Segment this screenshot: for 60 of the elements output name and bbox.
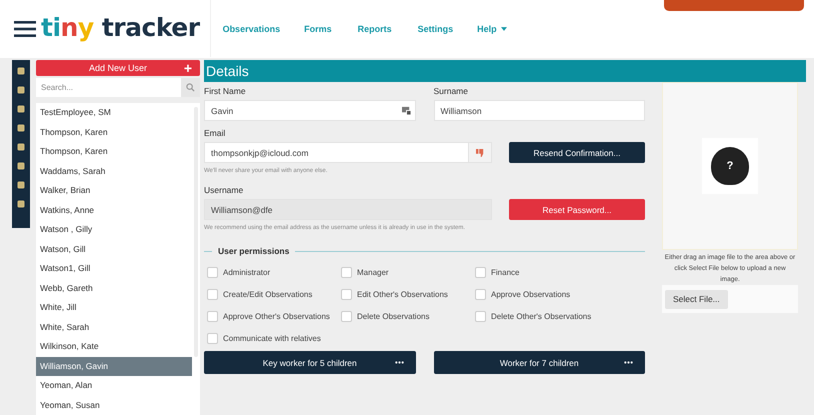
checkbox-label: Finance bbox=[491, 268, 520, 277]
user-item[interactable]: Thompson, Karen bbox=[36, 142, 192, 162]
user-item[interactable]: Williamson, Gavin bbox=[36, 356, 192, 376]
checkbox-label: Edit Other's Observations bbox=[357, 290, 448, 299]
checkbox-label: Approve Other's Observations bbox=[223, 312, 330, 321]
user-item[interactable]: White, Sarah bbox=[36, 318, 192, 337]
more-icon bbox=[624, 361, 633, 364]
user-item[interactable]: Yeoman, Susan bbox=[36, 396, 192, 415]
user-item[interactable]: Watson, Gill bbox=[36, 240, 192, 259]
menu-icon[interactable] bbox=[14, 21, 36, 37]
user-item[interactable]: Watson1, Gill bbox=[36, 259, 192, 278]
field-label: Username bbox=[204, 184, 244, 197]
user-item[interactable]: Yeoman, Alan bbox=[36, 376, 192, 396]
search-icon[interactable] bbox=[181, 78, 200, 97]
checkbox[interactable] bbox=[207, 289, 218, 300]
add-user-button[interactable]: Add New User + bbox=[36, 60, 200, 76]
permissions-legend: User permissions bbox=[218, 246, 290, 256]
user-item[interactable]: Watkins, Anne bbox=[36, 200, 192, 220]
surname-field[interactable]: Williamson bbox=[434, 100, 645, 121]
resend-confirmation-button[interactable]: Resend Confirmation... bbox=[509, 142, 645, 163]
user-item[interactable]: Walker, Brian bbox=[36, 181, 192, 200]
section-title: Details bbox=[205, 63, 249, 79]
checkbox-label: Administrator bbox=[223, 268, 270, 277]
checkbox[interactable] bbox=[475, 267, 486, 278]
checkbox[interactable] bbox=[207, 311, 218, 322]
user-item[interactable]: Watson , Gilly bbox=[36, 220, 192, 240]
field-label: Surname bbox=[434, 85, 469, 98]
avatar-icon: ? bbox=[711, 147, 749, 185]
field-label: Email bbox=[204, 127, 226, 140]
checkbox-label: Communicate with relatives bbox=[223, 334, 321, 343]
checkbox[interactable] bbox=[207, 333, 218, 344]
user-item[interactable]: Thompson, Karen bbox=[36, 122, 192, 142]
checkbox-label: Delete Other's Observations bbox=[491, 312, 592, 321]
checkbox[interactable] bbox=[341, 289, 352, 300]
checkbox-label: Approve Observations bbox=[491, 290, 570, 299]
caret-icon bbox=[500, 27, 507, 31]
checkbox[interactable] bbox=[475, 289, 486, 300]
worker-button[interactable]: Worker for 7 children bbox=[434, 351, 645, 374]
image-drop-area[interactable]: ? bbox=[662, 82, 798, 250]
user-item[interactable]: Wilkinson, Kate bbox=[36, 337, 192, 356]
thumbs-down-icon bbox=[476, 148, 484, 156]
worker-button[interactable]: Key worker for 5 children bbox=[204, 351, 416, 374]
user-item[interactable]: White, Jill bbox=[36, 298, 192, 318]
checkbox-label: Manager bbox=[357, 268, 389, 277]
checkbox[interactable] bbox=[207, 267, 218, 278]
user-item[interactable]: Webb, Gareth bbox=[36, 278, 192, 298]
first-name-field[interactable]: Gavin bbox=[204, 100, 416, 121]
more-icon bbox=[394, 361, 404, 364]
logo: tiny tracker bbox=[41, 0, 211, 57]
user-item[interactable]: Waddams, Sarah bbox=[36, 162, 192, 181]
checkbox[interactable] bbox=[341, 267, 352, 278]
user-item[interactable]: TestEmployee, SM bbox=[36, 103, 192, 122]
field-label: First Name bbox=[204, 85, 247, 98]
checkbox[interactable] bbox=[475, 311, 486, 322]
checkbox-label: Create/Edit Observations bbox=[223, 290, 312, 299]
email-field[interactable]: thompsonkjp@icloud.com bbox=[204, 142, 492, 163]
checkbox-label: Delete Observations bbox=[357, 312, 430, 321]
select-file-button[interactable]: Select File... bbox=[665, 290, 728, 308]
contact-card-icon bbox=[402, 106, 410, 115]
checkbox[interactable] bbox=[341, 311, 352, 322]
